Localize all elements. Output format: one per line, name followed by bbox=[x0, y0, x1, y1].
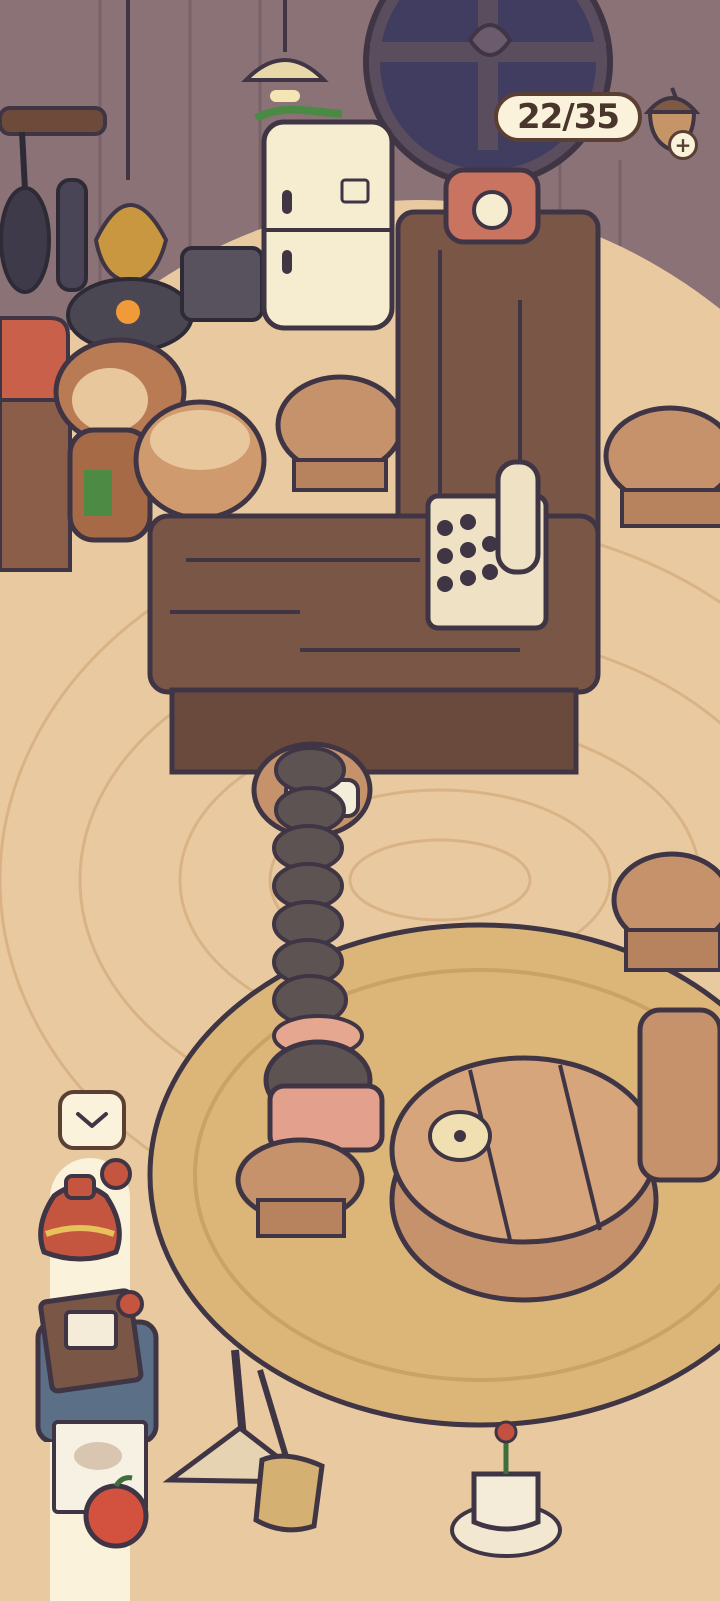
acorn-counter: 22/35 bbox=[494, 92, 642, 142]
collapse-tray-button[interactable] bbox=[58, 1090, 126, 1150]
stool-back bbox=[275, 374, 405, 492]
round-table bbox=[389, 1055, 659, 1303]
papers-and-apple-item[interactable] bbox=[36, 1412, 176, 1552]
game-viewport[interactable]: 22/35 + bbox=[0, 0, 720, 1601]
refrigerator bbox=[254, 105, 395, 331]
telephone[interactable] bbox=[443, 167, 541, 245]
lucky-pouch-item[interactable] bbox=[20, 1146, 140, 1266]
plus-icon[interactable]: + bbox=[668, 130, 698, 160]
stool-right bbox=[603, 405, 720, 528]
chevron-down-icon bbox=[76, 1112, 108, 1128]
